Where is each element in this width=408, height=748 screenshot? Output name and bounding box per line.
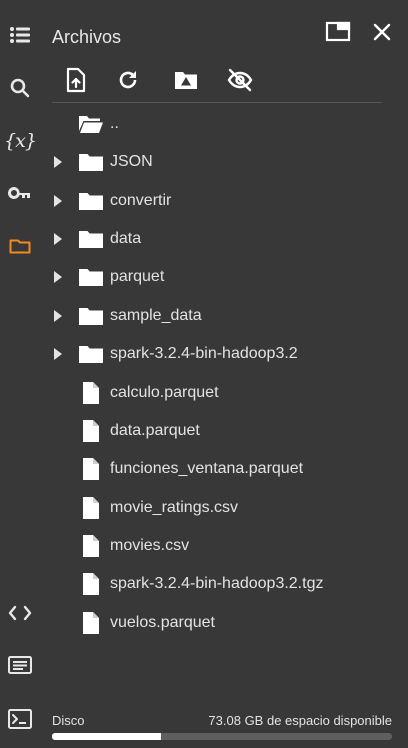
left-sidebar: {x} (0, 0, 40, 748)
tree-item-file[interactable]: movie_ratings.csv (40, 489, 408, 527)
tree-item-file[interactable]: funciones_ventana.parquet (40, 450, 408, 488)
tree-item-label: spark-3.2.4-bin-hadoop3.2 (110, 345, 298, 362)
refresh-icon[interactable] (112, 64, 144, 96)
folder-icon (78, 341, 104, 367)
tree-item-folder[interactable]: data (40, 220, 408, 258)
file-icon (78, 380, 104, 406)
tree-item-folder[interactable]: JSON (40, 143, 408, 181)
table-of-contents-icon[interactable] (4, 19, 36, 51)
folder-icon[interactable] (4, 230, 36, 262)
tree-item-label: data.parquet (110, 422, 200, 439)
tree-item-file[interactable]: movies.csv (40, 527, 408, 565)
file-icon (78, 533, 104, 559)
files-panel: Archivos .. JSON convertir data parquet … (40, 0, 408, 748)
terminal-icon[interactable] (4, 703, 36, 735)
tree-item-file[interactable]: calculo.parquet (40, 374, 408, 412)
expand-caret-icon[interactable] (51, 309, 65, 323)
tree-item-file[interactable]: spark-3.2.4-bin-hadoop3.2.tgz (40, 565, 408, 603)
expand-caret-icon[interactable] (51, 270, 65, 284)
command-palette-icon[interactable] (4, 649, 36, 681)
search-icon[interactable] (4, 72, 36, 104)
tree-item-label: calculo.parquet (110, 384, 219, 401)
open-folder-icon (78, 111, 104, 137)
open-in-tab-icon[interactable] (322, 16, 354, 48)
mount-drive-icon[interactable] (170, 64, 202, 96)
folder-icon (78, 188, 104, 214)
disk-free-space: 73.08 GB de espacio disponible (208, 713, 392, 728)
tree-item-label: parquet (110, 268, 165, 285)
tree-item-file[interactable]: data.parquet (40, 412, 408, 450)
tree-item-label: data (110, 230, 142, 247)
folder-icon (78, 149, 104, 175)
key-icon[interactable] (4, 177, 36, 209)
expand-caret-icon[interactable] (51, 347, 65, 361)
panel-title: Archivos (52, 27, 122, 47)
tree-item-parent-dir[interactable]: .. (40, 105, 408, 143)
expand-caret-icon[interactable] (51, 155, 65, 169)
variables-label: {x} (4, 130, 37, 152)
tree-item-folder[interactable]: spark-3.2.4-bin-hadoop3.2 (40, 335, 408, 373)
toolbar-divider (52, 102, 382, 103)
tree-item-label: funciones_ventana.parquet (110, 460, 304, 477)
file-icon (78, 571, 104, 597)
tree-item-label: movie_ratings.csv (110, 499, 239, 516)
expand-caret-icon[interactable] (51, 232, 65, 246)
upload-file-icon[interactable] (60, 64, 92, 96)
tree-item-label: vuelos.parquet (110, 614, 215, 631)
disk-usage-bar (52, 733, 392, 740)
expand-caret-icon[interactable] (51, 194, 65, 208)
folder-icon (78, 303, 104, 329)
tree-item-label: .. (110, 115, 119, 132)
tree-item-label: movies.csv (110, 537, 190, 554)
file-icon (78, 456, 104, 482)
file-icon (78, 495, 104, 521)
tree-item-label: sample_data (110, 307, 202, 324)
disk-usage-fill (52, 733, 161, 740)
tree-item-label: JSON (110, 153, 153, 170)
tree-item-folder[interactable]: parquet (40, 258, 408, 296)
tree-item-file[interactable]: vuelos.parquet (40, 604, 408, 642)
code-snippets-icon[interactable] (4, 597, 36, 629)
folder-icon (78, 264, 104, 290)
close-icon[interactable] (366, 16, 398, 48)
variables-icon[interactable]: {x} (4, 125, 37, 157)
file-icon (78, 610, 104, 636)
disk-label: Disco (52, 713, 85, 728)
hide-files-icon[interactable] (224, 64, 256, 96)
tree-item-label: convertir (110, 192, 172, 209)
folder-icon (78, 226, 104, 252)
tree-item-folder[interactable]: sample_data (40, 297, 408, 335)
file-icon (78, 418, 104, 444)
tree-item-label: spark-3.2.4-bin-hadoop3.2.tgz (110, 575, 324, 592)
tree-item-folder[interactable]: convertir (40, 182, 408, 220)
